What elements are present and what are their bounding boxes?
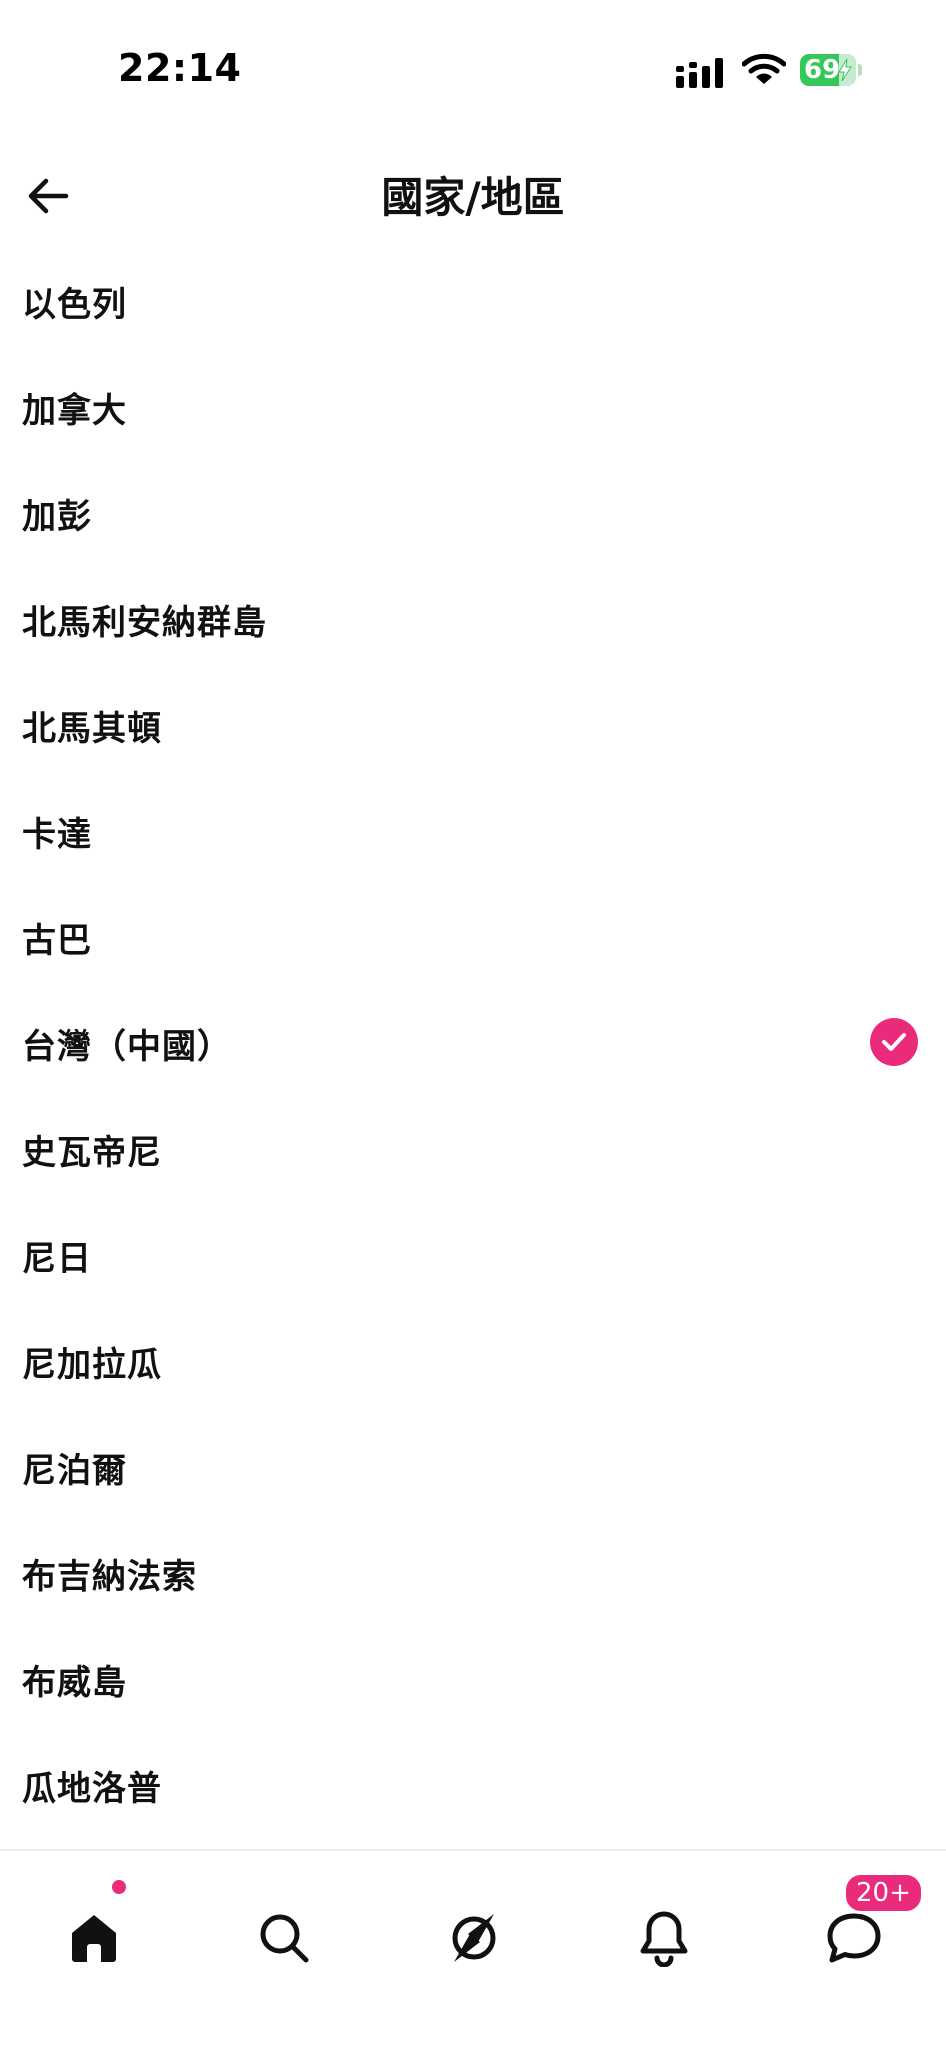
page-title: 國家/地區 (381, 173, 565, 222)
status-time: 22:14 (118, 46, 242, 90)
country-item[interactable]: 尼泊爾 (0, 1414, 946, 1520)
chat-bubble-icon (827, 1913, 881, 1963)
country-item[interactable]: 古巴 (0, 884, 946, 990)
header: 國家/地區 (0, 140, 946, 250)
search-icon (260, 1914, 309, 1963)
messages-badge: 20+ (843, 1872, 924, 1914)
country-label: 以色列 (22, 284, 127, 325)
country-item[interactable]: 布威島 (0, 1626, 946, 1732)
country-item[interactable]: 尼加拉瓜 (0, 1308, 946, 1414)
country-item[interactable]: 卡達 (0, 778, 946, 884)
country-label: 加拿大 (22, 390, 127, 431)
country-label: 尼加拉瓜 (22, 1344, 162, 1385)
explore-compass-icon (452, 1914, 496, 1962)
nav-home[interactable] (62, 1906, 126, 1970)
country-item[interactable]: 台灣（中國） (0, 990, 946, 1096)
bottom-nav: 20+ (0, 1849, 946, 2050)
status-bar: 22:14 69 (0, 0, 946, 140)
country-label: 加彭 (22, 496, 92, 537)
country-item[interactable]: 北馬利安納群島 (0, 566, 946, 672)
country-item[interactable]: 史瓦帝尼 (0, 1096, 946, 1202)
nav-messages[interactable] (822, 1906, 886, 1970)
nav-search[interactable] (252, 1906, 316, 1970)
battery-level: 69 (804, 55, 841, 85)
country-label: 尼日 (22, 1238, 92, 1279)
country-label: 台灣（中國） (22, 1026, 232, 1067)
country-label: 尼泊爾 (22, 1450, 127, 1491)
country-label: 布威島 (22, 1662, 127, 1703)
country-label: 瓜地洛普 (22, 1768, 162, 1809)
wifi-icon (742, 53, 786, 84)
country-label: 古巴 (22, 920, 92, 961)
battery-body: 69 (800, 54, 856, 86)
country-item[interactable]: 尼日 (0, 1202, 946, 1308)
battery-icon: 69 (800, 54, 862, 86)
home-icon (72, 1915, 116, 1962)
battery-cap (858, 64, 862, 76)
nav-notifications[interactable] (632, 1906, 696, 1970)
country-label: 北馬其頓 (22, 708, 162, 749)
country-item[interactable]: 瓜地洛普 (0, 1732, 946, 1838)
country-item[interactable]: 布吉納法索 (0, 1520, 946, 1626)
country-list: 以色列加拿大加彭北馬利安納群島 北馬其頓卡達古巴台灣（中國） 史瓦帝尼尼日尼加拉瓜尼… (0, 248, 946, 1838)
lightning-bolt-icon (838, 59, 852, 81)
country-item[interactable]: 加彭 (0, 460, 946, 566)
bell-icon (640, 1911, 688, 1967)
checkmark-icon (882, 1033, 906, 1051)
country-label: 北馬利安納群島 (22, 602, 267, 643)
check-circle-icon (870, 1018, 918, 1066)
country-label: 布吉納法索 (22, 1556, 197, 1597)
country-item[interactable]: 加拿大 (0, 354, 946, 460)
country-item[interactable]: 以色列 (0, 248, 946, 354)
signal-icon (676, 58, 723, 88)
home-notification-dot (110, 1878, 128, 1896)
country-label: 卡達 (22, 814, 92, 855)
country-item[interactable]: 北馬其頓 (0, 672, 946, 778)
nav-explore[interactable] (442, 1906, 506, 1970)
country-label: 史瓦帝尼 (22, 1132, 162, 1173)
